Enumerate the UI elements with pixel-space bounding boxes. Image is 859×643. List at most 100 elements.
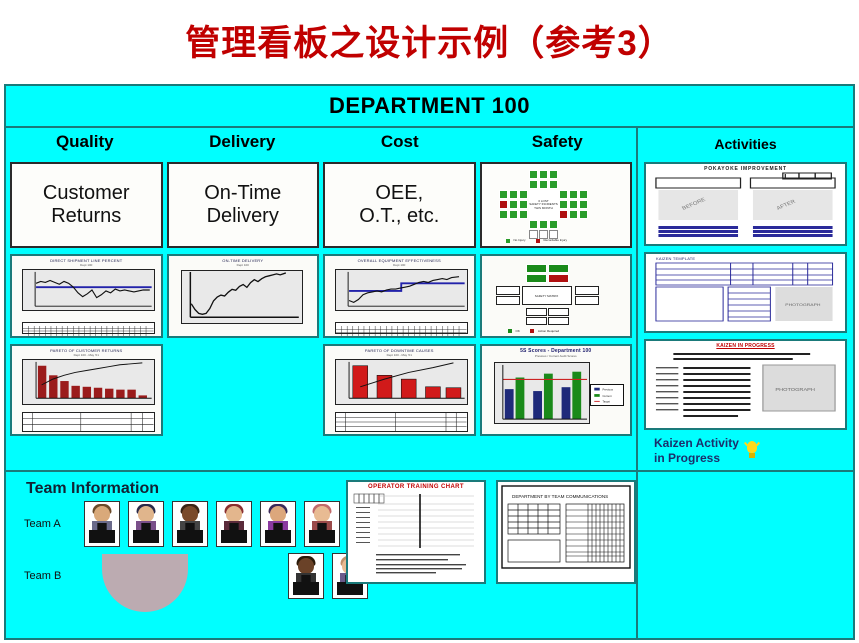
card-operator-training-chart[interactable]: OPERATOR TRAINING CHART xyxy=(346,480,486,584)
safety-matrix-center: SAFETY MATRIX xyxy=(521,286,572,305)
chart-title-quality-trend: DIRECT SHIPMENT LINE PERCENT xyxy=(50,258,123,263)
activity-card-kaizen-template[interactable]: KAIZEN TEMPLATE PHOTOGRAPH xyxy=(644,252,847,334)
department-header: DEPARTMENT 100 xyxy=(6,86,853,128)
kpi-quality-line1: Customer xyxy=(42,182,130,204)
team-member-card[interactable] xyxy=(84,501,120,547)
team-label-b: Team B xyxy=(24,570,62,582)
kpi-cost-line1: OEE, xyxy=(375,182,424,204)
plot-area-quality-trend xyxy=(22,269,155,311)
chart-subtitle-cost-pareto: Dept 100 - May '01 xyxy=(386,353,412,357)
decorative-blob xyxy=(102,554,188,612)
chart-card-cost-trend[interactable]: OVERALL EQUIPMENT EFFECTIVENESS Dept 100 xyxy=(323,254,476,338)
team-left-region: Team Information Team A Team B OPERATOR … xyxy=(6,472,638,638)
team-right-region xyxy=(638,472,853,638)
legend-label-matrix-action: Action Required xyxy=(537,329,560,333)
team-member-card[interactable] xyxy=(288,553,324,599)
chart-subtitle-delivery-trend: Dept 100 xyxy=(236,263,249,267)
chart-card-cost-pareto[interactable]: PARETO OF DOWNTIME CAUSES Dept 100 - May… xyxy=(323,344,476,436)
safety-cross-center-note: 0 LOST SAFETY INCIDENTS THIS MONTH xyxy=(528,190,559,220)
plot-area-cost-pareto xyxy=(335,359,468,405)
column-activities: Activities POKAYOKE IMPROVEMENT BEFORE A… xyxy=(638,128,853,470)
legend-swatch-matrix-ok xyxy=(507,329,512,333)
kpi-cost-line2: O.T., etc. xyxy=(359,205,440,227)
chart-card-delivery-trend[interactable]: ON-TIME DELIVERY Dept 100 xyxy=(166,254,319,338)
column-quality: Customer Returns DIRECT SHIPMENT LINE PE… xyxy=(10,162,163,466)
chart-subtitle-cost-trend: Dept 100 xyxy=(393,263,406,267)
plot-area-delivery-trend xyxy=(180,270,303,324)
column-header-activities: Activities xyxy=(714,136,777,152)
page-title: 管理看板之设计示例（参考3） xyxy=(185,23,674,63)
legend-swatch-injury xyxy=(535,239,540,243)
card-title-team-communications: DEPARTMENT BY TEAM COMMUNICATIONS xyxy=(512,494,608,499)
svg-text:Previous: Previous xyxy=(602,387,613,391)
column-header-quality: Quality xyxy=(55,132,114,151)
legend-label-injury: Recordable Injury xyxy=(543,238,568,243)
svg-text:Target: Target xyxy=(602,399,610,403)
activity-card-kaizen-in-progress[interactable]: KAIZEN IN PROGRESS PHOTOGRAPH xyxy=(644,339,847,430)
kpi-card-cost[interactable]: OEE, O.T., etc. xyxy=(323,162,476,248)
activity-title-pokayoke: POKAYOKE IMPROVEMENT xyxy=(704,165,787,172)
empty-slot-delivery xyxy=(167,344,320,428)
chart-subtitle-quality-pareto: Dept 100 - May '01 xyxy=(73,353,99,357)
svg-text:PHOTOGRAPH: PHOTOGRAPH xyxy=(775,388,815,393)
column-header-cost: Cost xyxy=(380,132,419,151)
chart-card-safety-cross[interactable]: 0 LOST SAFETY INCIDENTS THIS MONTH No Inju… xyxy=(479,162,632,248)
column-delivery: On-Time Delivery ON-TIME DELIVERY Dept 1… xyxy=(166,162,320,466)
legend-swatch-ok xyxy=(505,239,510,243)
legend-swatch-matrix-action xyxy=(529,329,534,333)
kpi-delivery-line2: Delivery xyxy=(206,205,279,227)
column-header-safety: Safety xyxy=(531,132,583,151)
chart-card-safety-matrix[interactable]: SAFETY MATRIX OK Action Required xyxy=(479,254,632,338)
chart-card-quality-trend[interactable]: DIRECT SHIPMENT LINE PERCENT Dept 100 xyxy=(10,254,163,338)
card-title-operator-training: OPERATOR TRAINING CHART xyxy=(368,484,464,490)
legend-label-matrix-ok: OK xyxy=(515,329,520,333)
chart-title-quality-pareto: PARETO OF CUSTOMER RETURNS xyxy=(50,348,123,353)
legend-safety-matrix: OK Action Required xyxy=(507,329,560,333)
kpi-delivery-line1: On-Time xyxy=(204,182,282,204)
kpi-card-delivery[interactable]: On-Time Delivery xyxy=(166,162,319,248)
team-member-card[interactable] xyxy=(216,501,252,547)
chart-title-5s-scores: 5S Scores - Department 100 xyxy=(520,348,592,354)
activity-title-kaizen-in-progress: KAIZEN IN PROGRESS xyxy=(716,343,775,350)
team-member-card[interactable] xyxy=(304,501,340,547)
kaizen-activity-caption: Kaizen Activity in Progress xyxy=(644,436,847,466)
team-information-section: Team Information Team A Team B OPERATOR … xyxy=(6,472,853,638)
kaizen-caption-line2: in Progress xyxy=(654,451,721,465)
plot-area-5s-scores xyxy=(493,362,590,424)
chart-subtitle-quality-trend: Dept 100 xyxy=(80,263,93,267)
team-member-card[interactable] xyxy=(128,501,164,547)
kaizen-caption-line1: Kaizen Activity xyxy=(654,436,739,450)
kpi-card-quality[interactable]: Customer Returns xyxy=(10,162,163,248)
data-table-quality-trend xyxy=(22,322,155,336)
data-table-quality-pareto xyxy=(22,412,155,432)
team-label-a: Team A xyxy=(24,518,61,530)
kanban-board: DEPARTMENT 100 Quality Delivery Cost Saf… xyxy=(4,84,855,640)
chart-title-cost-pareto: PARETO OF DOWNTIME CAUSES xyxy=(364,348,434,353)
board-middle-region: Quality Delivery Cost Safety Customer Re… xyxy=(6,128,853,472)
column-cost: OEE, O.T., etc. OVERALL EQUIPMENT EFFECT… xyxy=(323,162,476,466)
data-table-cost-trend xyxy=(335,322,468,336)
legend-safety-cross: No Injury Recordable Injury xyxy=(505,238,568,243)
activity-card-pokayoke[interactable]: POKAYOKE IMPROVEMENT BEFORE AFTER xyxy=(644,161,847,247)
qdcs-block: Quality Delivery Cost Safety Customer Re… xyxy=(6,128,638,470)
column-safety: 0 LOST SAFETY INCIDENTS THIS MONTH No Inju… xyxy=(479,162,632,466)
column-header-delivery: Delivery xyxy=(209,132,276,151)
legend-5s-scores: Previous Current Target xyxy=(590,384,624,406)
legend-label-ok: No Injury xyxy=(513,238,526,243)
qdcs-card-grid: Customer Returns DIRECT SHIPMENT LINE PE… xyxy=(6,162,636,470)
plot-area-quality-pareto xyxy=(22,359,155,405)
photograph-placeholder-label: PHOTOGRAPH xyxy=(785,303,820,307)
chart-title-cost-trend: OVERALL EQUIPMENT EFFECTIVENESS xyxy=(357,258,441,263)
team-member-card[interactable] xyxy=(260,501,296,547)
chart-title-delivery-trend: ON-TIME DELIVERY xyxy=(222,258,264,263)
plot-area-cost-trend xyxy=(335,269,468,311)
kpi-quality-line2: Returns xyxy=(51,205,122,227)
chart-subtitle-5s-scores: Previous / Current Audit Scores xyxy=(534,354,577,358)
card-team-communications[interactable]: DEPARTMENT BY TEAM COMMUNICATIONS xyxy=(496,480,636,584)
team-member-card[interactable] xyxy=(172,501,208,547)
activity-title-kaizen-template: KAIZEN TEMPLATE xyxy=(656,256,696,262)
qdcs-column-headers: Quality Delivery Cost Safety xyxy=(6,128,636,162)
chart-card-5s-scores[interactable]: 5S Scores - Department 100 Previous / Cu… xyxy=(479,344,632,436)
svg-text:Current: Current xyxy=(602,394,611,398)
chart-card-quality-pareto[interactable]: PARETO OF CUSTOMER RETURNS Dept 100 - Ma… xyxy=(10,344,163,436)
